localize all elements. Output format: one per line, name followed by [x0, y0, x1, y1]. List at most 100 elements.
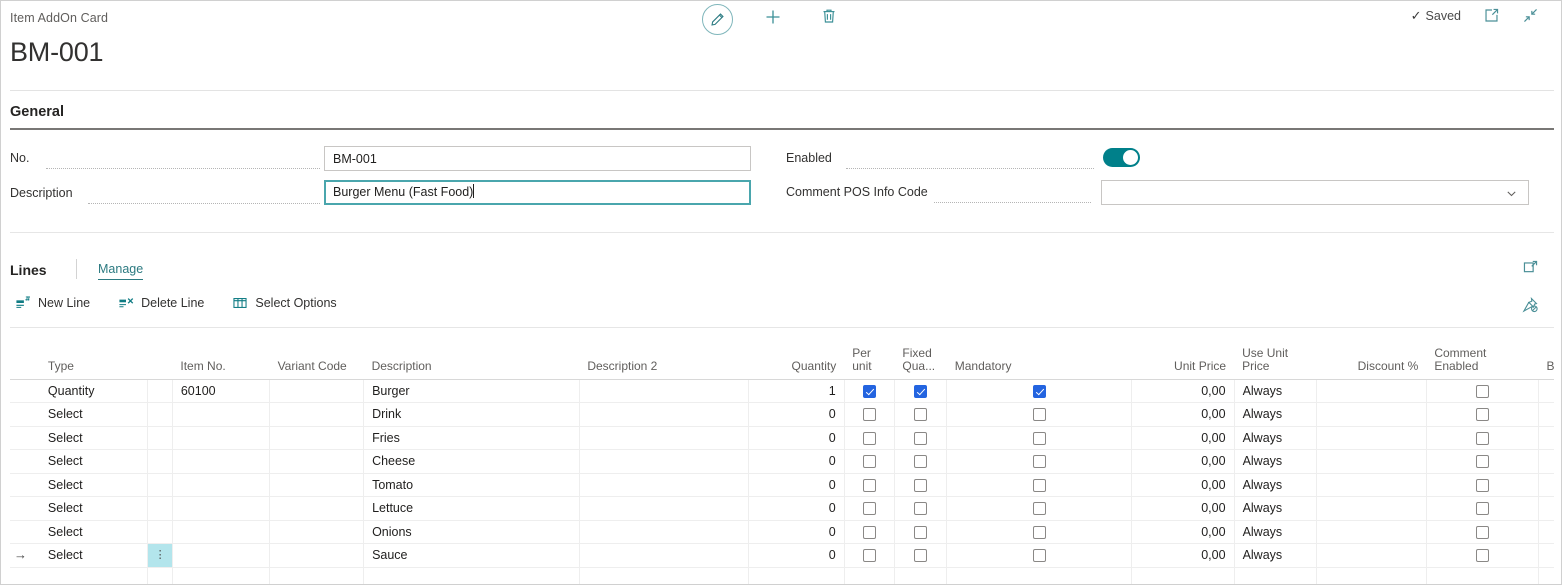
cell-description-2[interactable]: [579, 520, 749, 544]
cell-empty[interactable]: [363, 567, 580, 584]
cell-variant-code[interactable]: [269, 379, 365, 403]
cell-quantity[interactable]: 0: [748, 473, 845, 497]
cell-per-unit[interactable]: [844, 520, 895, 544]
cell-empty[interactable]: [269, 567, 365, 584]
checkbox[interactable]: [1032, 431, 1046, 445]
cell-discount-pct[interactable]: [1316, 379, 1427, 403]
table-row-empty[interactable]: [10, 567, 1554, 584]
checkbox[interactable]: [914, 408, 928, 422]
header-discount-pct[interactable]: Discount %: [1316, 343, 1427, 380]
cell-description-2[interactable]: [579, 402, 749, 427]
cell-variant-code[interactable]: [269, 473, 365, 497]
cell-type[interactable]: Select: [39, 426, 149, 450]
cell-before-insert-func[interactable]: [1538, 426, 1554, 450]
cell-variant-code[interactable]: [269, 449, 365, 474]
edit-pencil-button[interactable]: [701, 3, 733, 35]
cell-per-unit[interactable]: [844, 402, 895, 427]
cell-row-menu[interactable]: [147, 449, 173, 474]
table-row[interactable]: Select Lettuce 0 0,00 Always: [10, 496, 1554, 521]
cell-variant-code[interactable]: [269, 543, 365, 568]
cell-type[interactable]: Select: [39, 496, 149, 521]
cell-type[interactable]: Select: [39, 402, 149, 427]
cell-type[interactable]: Select: [39, 473, 149, 497]
header-quantity[interactable]: Quantity: [748, 343, 845, 380]
cell-use-unit-price[interactable]: Always: [1234, 449, 1317, 474]
checkbox[interactable]: [914, 525, 928, 539]
cell-use-unit-price[interactable]: Always: [1234, 520, 1317, 544]
cell-use-unit-price[interactable]: Always: [1234, 473, 1317, 497]
delete-line-button[interactable]: Delete Line: [118, 295, 204, 311]
cell-comment-enabled[interactable]: [1426, 426, 1539, 450]
cell-quantity[interactable]: 0: [748, 543, 845, 568]
cell-description[interactable]: Cheese: [363, 449, 580, 474]
cell-unit-price[interactable]: 0,00: [1131, 426, 1235, 450]
table-row[interactable]: Select Onions 0 0,00 Always: [10, 520, 1554, 544]
open-in-new-window-icon[interactable]: [1483, 7, 1500, 24]
cell-mandatory[interactable]: [946, 402, 1133, 427]
cell-per-unit[interactable]: [844, 379, 895, 403]
cell-use-unit-price[interactable]: Always: [1234, 379, 1317, 403]
cell-fixed-quantity[interactable]: [894, 426, 948, 450]
cell-row-menu[interactable]: [147, 473, 173, 497]
header-item-no[interactable]: Item No.: [172, 343, 270, 380]
checkbox[interactable]: [862, 502, 876, 516]
cell-before-insert-func[interactable]: [1538, 496, 1554, 521]
cell-item-no[interactable]: [172, 520, 271, 544]
cell-empty[interactable]: [579, 567, 749, 584]
cell-comment-enabled[interactable]: [1426, 449, 1539, 474]
add-button[interactable]: [757, 3, 789, 35]
checkbox[interactable]: [1475, 431, 1489, 445]
tab-manage[interactable]: Manage: [98, 262, 144, 280]
table-row[interactable]: Select Fries 0 0,00 Always: [10, 426, 1554, 450]
cell-discount-pct[interactable]: [1316, 449, 1427, 474]
cell-discount-pct[interactable]: [1316, 473, 1427, 497]
checkbox[interactable]: [862, 549, 876, 563]
checkbox[interactable]: [914, 384, 928, 398]
checkbox[interactable]: [1032, 549, 1046, 563]
cell-discount-pct[interactable]: [1316, 520, 1427, 544]
cell-empty[interactable]: [1538, 567, 1554, 584]
checkbox[interactable]: [862, 455, 876, 469]
cell-before-insert-func[interactable]: [1538, 402, 1554, 427]
cell-row-menu[interactable]: [147, 402, 173, 427]
unpin-icon[interactable]: [1521, 296, 1539, 314]
checkbox[interactable]: [914, 455, 928, 469]
checkbox[interactable]: [1032, 384, 1046, 398]
header-type[interactable]: Type: [39, 343, 173, 380]
checkbox[interactable]: [862, 408, 876, 422]
cell-variant-code[interactable]: [269, 426, 365, 450]
row-menu-icon[interactable]: ⋮: [148, 544, 172, 567]
cell-description-2[interactable]: [579, 449, 749, 474]
checkbox[interactable]: [862, 384, 876, 398]
no-input[interactable]: [324, 146, 751, 171]
delete-button[interactable]: [813, 3, 845, 35]
cell-description[interactable]: Drink: [363, 402, 580, 427]
header-unit-price[interactable]: Unit Price: [1131, 343, 1235, 380]
cell-unit-price[interactable]: 0,00: [1131, 473, 1235, 497]
cell-row-menu[interactable]: [147, 426, 173, 450]
cell-description[interactable]: Fries: [363, 426, 580, 450]
cell-unit-price[interactable]: 0,00: [1131, 543, 1235, 568]
cell-quantity[interactable]: 0: [748, 426, 845, 450]
cell-use-unit-price[interactable]: Always: [1234, 496, 1317, 521]
checkbox[interactable]: [1032, 478, 1046, 492]
cell-variant-code[interactable]: [269, 496, 365, 521]
checkbox[interactable]: [862, 525, 876, 539]
header-fixed-quantity[interactable]: Fixed Qua...: [894, 343, 947, 380]
cell-per-unit[interactable]: [844, 473, 895, 497]
cell-variant-code[interactable]: [269, 520, 365, 544]
header-before-insert-func[interactable]: Before Insert Func: [1538, 343, 1554, 380]
cell-type[interactable]: Select: [39, 520, 149, 544]
cell-row-menu[interactable]: ⋮: [147, 543, 173, 568]
table-row[interactable]: Select Drink 0 0,00 Always: [10, 402, 1554, 427]
select-options-button[interactable]: Select Options: [232, 295, 337, 311]
table-row[interactable]: Select Tomato 0 0,00 Always: [10, 473, 1554, 497]
cell-fixed-quantity[interactable]: [894, 473, 948, 497]
checkbox[interactable]: [1475, 502, 1489, 516]
cell-comment-enabled[interactable]: [1426, 473, 1539, 497]
cell-empty[interactable]: [1131, 567, 1235, 584]
cell-empty[interactable]: [39, 567, 149, 584]
cell-before-insert-func[interactable]: [1538, 379, 1554, 403]
cell-mandatory[interactable]: [946, 473, 1133, 497]
cell-quantity[interactable]: 1: [748, 379, 845, 403]
